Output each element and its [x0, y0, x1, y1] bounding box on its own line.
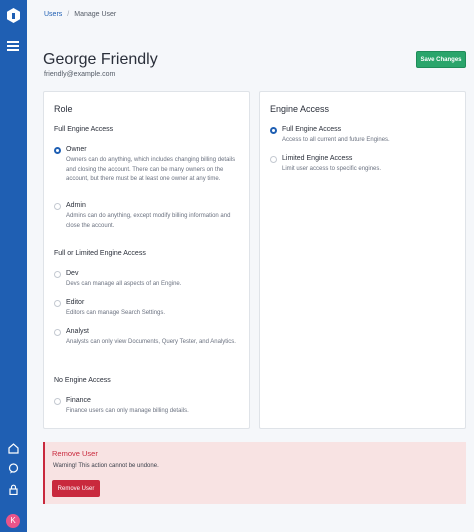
limited-engine-access-description: Limit user access to specific engines. [282, 166, 382, 172]
dev-radio[interactable] [54, 271, 61, 278]
breadcrumb-users-link[interactable]: Users [44, 11, 62, 18]
admin-radio[interactable] [54, 203, 61, 210]
analyst-radio[interactable] [54, 329, 61, 336]
breadcrumb-current: Manage User [74, 11, 117, 18]
editor-radio[interactable] [54, 300, 61, 307]
engine-option-limited[interactable]: Limited Engine Access Limit user access … [270, 155, 460, 175]
role-option-dev[interactable]: Dev Devs can manage all aspects of an En… [54, 270, 244, 290]
finance-radio[interactable] [54, 398, 61, 405]
lock-icon[interactable] [8, 484, 19, 495]
role-option-editor[interactable]: Editor Editors can manage Search Setting… [54, 299, 244, 319]
chat-icon[interactable] [8, 463, 19, 474]
no-engine-access-group-title: No Engine Access [54, 377, 111, 384]
breadcrumb-separator: / [67, 11, 70, 18]
limited-engine-access-label: Limited Engine Access [282, 155, 353, 162]
finance-description: Finance users can only manage billing de… [66, 408, 189, 414]
menu-icon[interactable] [7, 41, 19, 51]
admin-label: Admin [66, 202, 86, 209]
admin-description: Admins can do anything, except modify bi… [66, 213, 231, 229]
remove-user-button[interactable]: Remove User [52, 480, 100, 497]
logo-icon[interactable] [6, 8, 21, 23]
limited-engine-access-radio[interactable] [270, 156, 277, 163]
full-engine-access-description: Access to all current and future Engines… [282, 137, 390, 143]
owner-description: Owners can do anything, which includes c… [66, 157, 236, 182]
role-panel-title: Role [54, 104, 73, 114]
breadcrumb: Users / Manage User [44, 11, 116, 18]
home-icon[interactable] [8, 443, 19, 454]
role-option-owner[interactable]: Owner Owners can do anything, which incl… [54, 146, 244, 191]
editor-description: Editors can manage Search Settings. [66, 310, 166, 316]
limited-engine-access-group-title: Full or Limited Engine Access [54, 250, 146, 257]
remove-user-title: Remove User [52, 449, 98, 458]
role-option-finance[interactable]: Finance Finance users can only manage bi… [54, 397, 244, 417]
sidebar: K [0, 0, 27, 532]
owner-radio[interactable] [54, 147, 61, 154]
finance-label: Finance [66, 397, 91, 404]
engine-access-panel: Engine Access Full Engine Access Access … [259, 91, 466, 429]
editor-label: Editor [66, 299, 85, 306]
remove-user-warning: Warning! This action cannot be undone. [53, 463, 159, 469]
engine-access-title: Engine Access [270, 104, 330, 114]
save-changes-button[interactable]: Save Changes [416, 51, 466, 68]
avatar[interactable]: K [6, 514, 20, 528]
danger-zone: Remove User Warning! This action cannot … [43, 442, 466, 504]
role-panel: Role Full Engine Access Owner Owners can… [43, 91, 250, 429]
role-option-analyst[interactable]: Analyst Analysts can only view Documents… [54, 328, 244, 356]
full-engine-access-group-title: Full Engine Access [54, 126, 114, 133]
dev-label: Dev [66, 270, 79, 277]
analyst-label: Analyst [66, 328, 89, 335]
analyst-description: Analysts can only view Documents, Query … [66, 339, 236, 345]
dev-description: Devs can manage all aspects of an Engine… [66, 281, 182, 287]
full-engine-access-radio[interactable] [270, 127, 277, 134]
user-email: friendly@example.com [44, 71, 116, 78]
role-option-admin[interactable]: Admin Admins can do anything, except mod… [54, 202, 244, 230]
full-engine-access-label: Full Engine Access [282, 126, 342, 133]
page-title: George Friendly [43, 51, 158, 68]
engine-option-full[interactable]: Full Engine Access Access to all current… [270, 126, 460, 146]
owner-label: Owner [66, 146, 87, 153]
